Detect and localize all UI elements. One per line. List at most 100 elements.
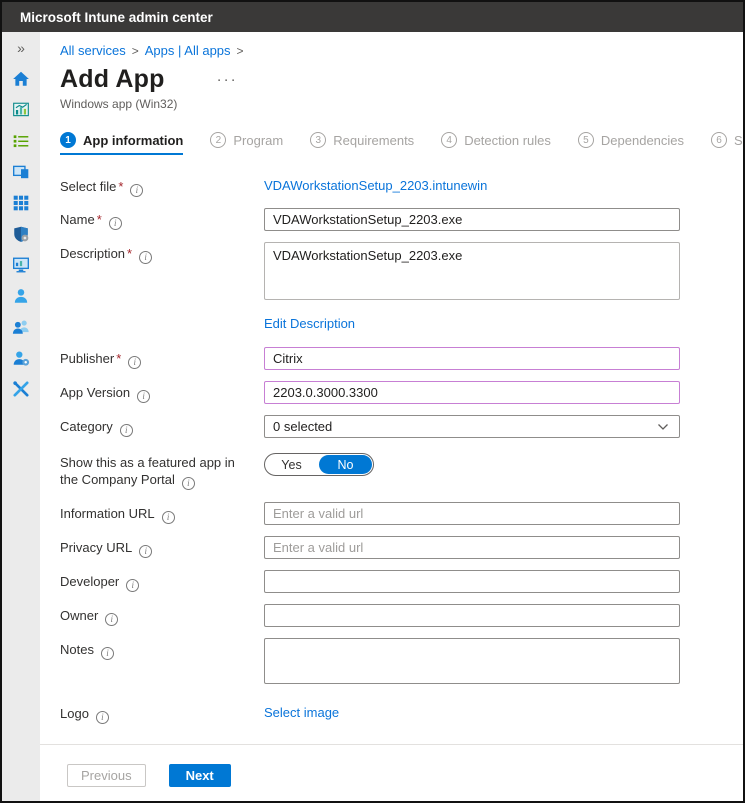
featured-toggle-no[interactable]: No xyxy=(319,455,372,474)
info-icon[interactable]: i xyxy=(101,647,114,660)
wrench-cross-icon xyxy=(12,380,30,398)
chevron-down-icon xyxy=(657,421,669,433)
sidebar-item-devices[interactable] xyxy=(12,162,31,181)
info-icon[interactable]: i xyxy=(128,356,141,369)
home-icon xyxy=(12,70,30,88)
description-row: Description*i VDAWorkstationSetup_2203.e… xyxy=(60,242,743,305)
name-row: Name*i xyxy=(60,208,743,231)
dashboard-icon xyxy=(12,101,30,119)
more-menu-icon[interactable]: ··· xyxy=(217,71,238,88)
sidebar-expand-icon[interactable]: » xyxy=(17,39,25,57)
tab-step-number: 1 xyxy=(60,132,76,148)
notes-textarea[interactable] xyxy=(264,638,680,684)
owner-input[interactable] xyxy=(264,604,680,627)
category-row: Categoryi 0 selected xyxy=(60,415,743,438)
breadcrumb-separator: > xyxy=(237,44,244,58)
notes-row: Notesi xyxy=(60,638,743,689)
featured-toggle[interactable]: Yes No xyxy=(264,453,374,476)
user-icon xyxy=(12,287,30,305)
app-information-form: Select file*i VDAWorkstationSetup_2203.i… xyxy=(60,175,743,724)
previous-button[interactable]: Previous xyxy=(67,764,146,787)
wizard-tabs: 1 App information 2 Program 3 Requiremen… xyxy=(60,132,743,155)
info-icon[interactable]: i xyxy=(96,711,109,724)
category-selected-value: 0 selected xyxy=(273,419,332,434)
selected-file-link[interactable]: VDAWorkstationSetup_2203.intunewin xyxy=(264,175,487,193)
sidebar-item-troubleshooting[interactable] xyxy=(12,379,31,398)
sidebar-item-endpoint-security[interactable] xyxy=(12,224,31,243)
owner-row: Owneri xyxy=(60,604,743,627)
top-bar: Microsoft Intune admin center xyxy=(2,2,743,32)
tab-step-number: 4 xyxy=(441,132,457,148)
sidebar-item-tenant-administration[interactable] xyxy=(12,348,31,367)
developer-input[interactable] xyxy=(264,570,680,593)
developer-label: Developeri xyxy=(60,570,264,593)
select-file-row: Select file*i VDAWorkstationSetup_2203.i… xyxy=(60,175,743,197)
edit-description-row: Edit Description xyxy=(60,313,743,333)
users-group-icon xyxy=(12,318,30,336)
required-marker: * xyxy=(97,212,102,227)
tab-supersedence[interactable]: 6 Supersedence xyxy=(711,132,743,155)
info-icon[interactable]: i xyxy=(139,545,152,558)
information-url-label: Information URLi xyxy=(60,502,264,525)
description-label: Description*i xyxy=(60,242,264,305)
information-url-input[interactable] xyxy=(264,502,680,525)
select-image-link[interactable]: Select image xyxy=(264,702,339,720)
sidebar-item-groups[interactable] xyxy=(12,317,31,336)
info-icon[interactable]: i xyxy=(120,424,133,437)
logo-row: Logoi Select image xyxy=(60,702,743,724)
user-gear-icon xyxy=(12,349,30,367)
tab-step-number: 2 xyxy=(210,132,226,148)
info-icon[interactable]: i xyxy=(126,579,139,592)
privacy-url-row: Privacy URLi xyxy=(60,536,743,559)
app-version-row: App Versioni xyxy=(60,381,743,404)
shield-icon xyxy=(12,225,30,243)
privacy-url-input[interactable] xyxy=(264,536,680,559)
reports-monitor-icon xyxy=(12,256,30,274)
sidebar-item-apps[interactable] xyxy=(12,193,31,212)
sidebar-item-dashboard[interactable] xyxy=(12,100,31,119)
tab-requirements[interactable]: 3 Requirements xyxy=(310,132,414,155)
sidebar: » xyxy=(2,32,40,801)
information-url-row: Information URLi xyxy=(60,502,743,525)
tab-detection-rules[interactable]: 4 Detection rules xyxy=(441,132,551,155)
breadcrumb-separator: > xyxy=(132,44,139,58)
breadcrumb-apps-all-apps[interactable]: Apps | All apps xyxy=(145,43,231,58)
name-input[interactable] xyxy=(264,208,680,231)
featured-toggle-yes[interactable]: Yes xyxy=(265,454,318,475)
tab-dependencies[interactable]: 5 Dependencies xyxy=(578,132,684,155)
sidebar-item-reports[interactable] xyxy=(12,255,31,274)
developer-row: Developeri xyxy=(60,570,743,593)
description-textarea[interactable]: VDAWorkstationSetup_2203.exe xyxy=(264,242,680,300)
app-version-input[interactable] xyxy=(264,381,680,404)
info-icon[interactable]: i xyxy=(139,251,152,264)
sidebar-item-home[interactable] xyxy=(12,69,31,88)
sidebar-item-all-services[interactable] xyxy=(12,131,31,150)
info-icon[interactable]: i xyxy=(162,511,175,524)
info-icon[interactable]: i xyxy=(109,217,122,230)
info-icon[interactable]: i xyxy=(105,613,118,626)
tab-program[interactable]: 2 Program xyxy=(210,132,283,155)
publisher-row: Publisher*i xyxy=(60,347,743,370)
featured-app-row: Show this as a featured app in the Compa… xyxy=(60,451,743,490)
required-marker: * xyxy=(116,351,121,366)
name-label: Name*i xyxy=(60,208,264,231)
publisher-input[interactable] xyxy=(264,347,680,370)
tab-step-number: 6 xyxy=(711,132,727,148)
notes-label: Notesi xyxy=(60,638,264,689)
info-icon[interactable]: i xyxy=(130,184,143,197)
select-file-label: Select file*i xyxy=(60,175,264,197)
edit-description-link[interactable]: Edit Description xyxy=(264,313,355,331)
category-dropdown[interactable]: 0 selected xyxy=(264,415,680,438)
breadcrumb: All services > Apps | All apps > xyxy=(60,43,743,58)
featured-app-label: Show this as a featured app in the Compa… xyxy=(60,451,264,490)
required-marker: * xyxy=(127,246,132,261)
next-button[interactable]: Next xyxy=(169,764,231,787)
publisher-label: Publisher*i xyxy=(60,347,264,370)
app-version-label: App Versioni xyxy=(60,381,264,404)
tab-app-information[interactable]: 1 App information xyxy=(60,132,183,155)
sidebar-item-users[interactable] xyxy=(12,286,31,305)
breadcrumb-all-services[interactable]: All services xyxy=(60,43,126,58)
owner-label: Owneri xyxy=(60,604,264,627)
info-icon[interactable]: i xyxy=(182,477,195,490)
info-icon[interactable]: i xyxy=(137,390,150,403)
